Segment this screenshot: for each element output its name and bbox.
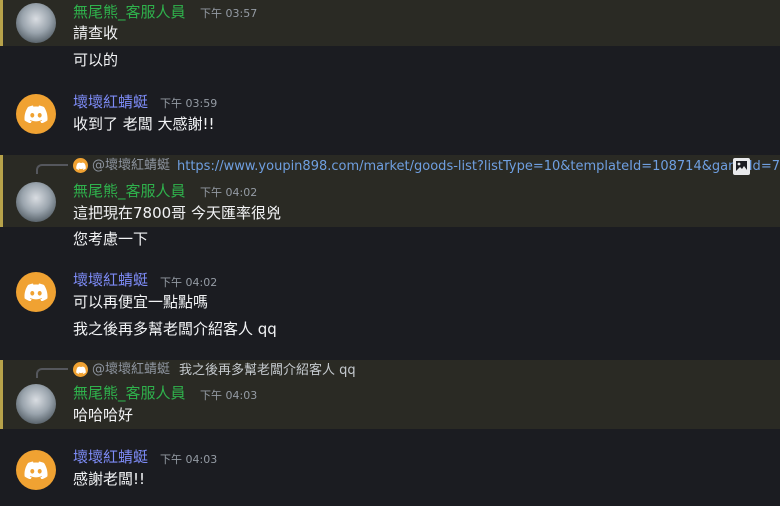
reply-link[interactable]: https://www.youpin898.com/market/goods-l… — [177, 159, 780, 175]
message-text: 感謝老闆!! — [73, 470, 146, 488]
message-text: 哈哈哈好 — [73, 406, 134, 424]
message-highlighted: @壞壞紅蜻蜓 我之後再多幫老闆介紹客人 qq 無尾熊_客服人員 下午 04:03… — [0, 360, 780, 429]
reply-avatar[interactable] — [73, 362, 88, 377]
message-text: 可以的 — [73, 51, 119, 69]
reply-author[interactable]: @壞壞紅蜻蜓 — [92, 362, 170, 378]
author-name[interactable]: 無尾熊_客服人員 — [73, 3, 186, 21]
message-highlighted: @壞壞紅蜻蜓 https://www.youpin898.com/market/… — [0, 155, 780, 227]
message-text: 請查收 — [73, 24, 119, 42]
avatar-discord[interactable] — [16, 272, 56, 312]
timestamp: 下午 04:03 — [200, 389, 258, 402]
avatar-koala[interactable] — [16, 384, 56, 424]
message-text: 我之後再多幫老闆介紹客人 qq — [73, 320, 277, 338]
avatar-discord[interactable] — [16, 94, 56, 134]
timestamp: 下午 04:03 — [160, 453, 218, 466]
author-name[interactable]: 壞壞紅蜻蜓 — [73, 271, 148, 289]
author-name[interactable]: 無尾熊_客服人員 — [73, 182, 186, 200]
timestamp: 下午 03:57 — [200, 7, 258, 20]
discord-logo-icon — [75, 161, 86, 170]
author-name[interactable]: 無尾熊_客服人員 — [73, 384, 186, 402]
message-text: 可以再便宜一點點嗎 — [73, 293, 209, 311]
avatar-koala[interactable] — [16, 182, 56, 222]
reply-connector — [36, 368, 68, 378]
reply-author[interactable]: @壞壞紅蜻蜓 — [92, 158, 170, 174]
message-highlighted: 無尾熊_客服人員 下午 03:57 請查收 — [0, 0, 780, 46]
reply-text[interactable]: 我之後再多幫老闆介紹客人 qq — [179, 363, 356, 379]
message-text: 這把現在7800哥 今天匯率很兇 — [73, 204, 281, 222]
author-name[interactable]: 壞壞紅蜻蜓 — [73, 448, 148, 466]
message-text: 收到了 老闆 大感謝!! — [73, 115, 215, 133]
reply-connector — [36, 164, 68, 174]
discord-logo-icon — [24, 461, 48, 479]
message-text: 您考慮一下 — [73, 230, 149, 248]
discord-logo-icon — [24, 105, 48, 123]
discord-logo-icon — [24, 283, 48, 301]
timestamp: 下午 04:02 — [200, 186, 258, 199]
reply-avatar[interactable] — [73, 158, 88, 173]
author-name[interactable]: 壞壞紅蜻蜓 — [73, 93, 148, 111]
avatar-discord[interactable] — [16, 450, 56, 490]
chat-log: 無尾熊_客服人員 下午 03:57 請查收 可以的 壞壞紅蜻蜓 下午 03:59… — [0, 0, 780, 506]
discord-logo-icon — [75, 365, 86, 374]
timestamp: 下午 03:59 — [160, 97, 218, 110]
image-icon[interactable] — [733, 158, 750, 175]
avatar-koala[interactable] — [16, 3, 56, 43]
timestamp: 下午 04:02 — [160, 276, 218, 289]
